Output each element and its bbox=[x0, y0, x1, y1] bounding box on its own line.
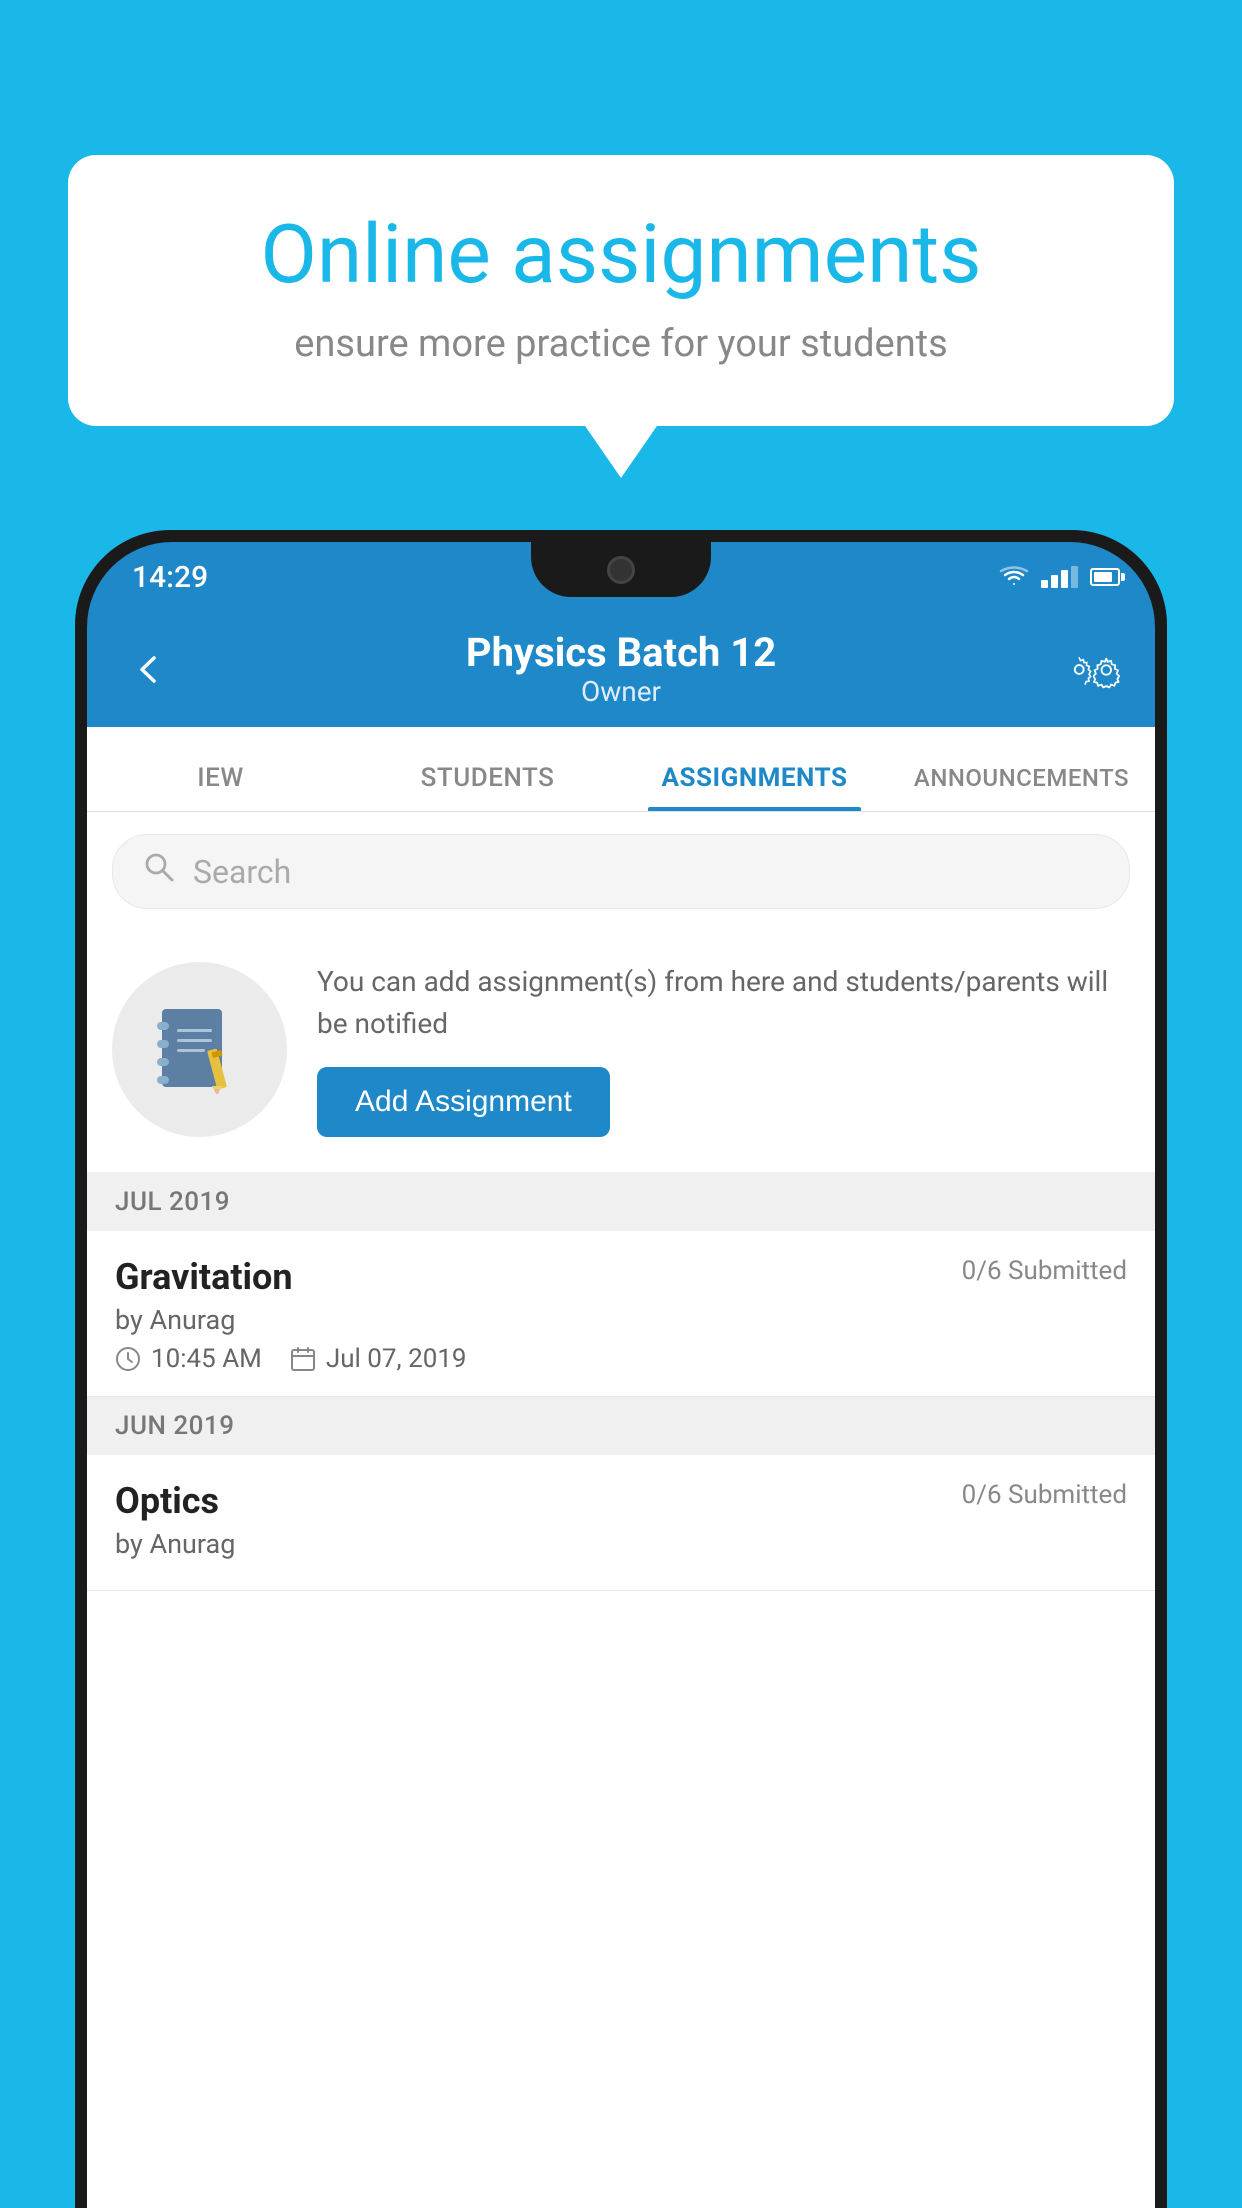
assignment-submitted: 0/6 Submitted bbox=[962, 1256, 1127, 1286]
calendar-icon bbox=[290, 1346, 316, 1372]
content-area: Search bbox=[87, 812, 1155, 2208]
status-icons bbox=[999, 566, 1120, 588]
bubble-title: Online assignments bbox=[133, 210, 1109, 300]
battery-icon bbox=[1090, 568, 1120, 586]
bubble-subtitle: ensure more practice for your students bbox=[133, 322, 1109, 366]
promo-block: You can add assignment(s) from here and … bbox=[87, 931, 1155, 1173]
app-bar: Physics Batch 12 Owner bbox=[87, 612, 1155, 727]
tab-announcements[interactable]: ANNOUNCEMENTS bbox=[888, 763, 1155, 811]
camera bbox=[607, 556, 635, 584]
assignment-by-optics: by Anurag bbox=[115, 1528, 1127, 1560]
tab-bar: IEW STUDENTS ASSIGNMENTS ANNOUNCEMENTS bbox=[87, 727, 1155, 812]
assignment-name: Gravitation bbox=[115, 1256, 293, 1298]
section-header-jun: JUN 2019 bbox=[87, 1397, 1155, 1455]
section-header-jul: JUL 2019 bbox=[87, 1173, 1155, 1231]
gear-icon bbox=[1093, 649, 1120, 691]
assignment-item-optics[interactable]: Optics 0/6 Submitted by Anurag bbox=[87, 1455, 1155, 1591]
clock-icon bbox=[115, 1346, 141, 1372]
app-bar-subtitle: Owner bbox=[177, 675, 1065, 708]
app-bar-title: Physics Batch 12 bbox=[177, 631, 1065, 675]
speech-bubble: Online assignments ensure more practice … bbox=[68, 155, 1174, 426]
assignment-time: 10:45 AM bbox=[115, 1344, 262, 1374]
assignment-meta: 10:45 AM Jul 07, 2019 bbox=[115, 1344, 1127, 1374]
search-placeholder: Search bbox=[193, 853, 291, 891]
assignment-item-gravitation[interactable]: Gravitation 0/6 Submitted by Anurag 10:4… bbox=[87, 1231, 1155, 1397]
search-icon bbox=[143, 851, 175, 892]
app-bar-center: Physics Batch 12 Owner bbox=[177, 631, 1065, 708]
tab-assignments[interactable]: ASSIGNMENTS bbox=[621, 763, 888, 811]
wifi-icon bbox=[999, 566, 1029, 588]
notebook-icon bbox=[157, 1004, 242, 1094]
promo-text-block: You can add assignment(s) from here and … bbox=[317, 961, 1130, 1137]
back-button[interactable] bbox=[122, 642, 177, 697]
phone-frame: 14:29 bbox=[75, 530, 1167, 2208]
assignment-date: Jul 07, 2019 bbox=[290, 1344, 467, 1374]
assignment-by: by Anurag bbox=[115, 1304, 1127, 1336]
notch bbox=[531, 542, 711, 597]
add-assignment-button[interactable]: Add Assignment bbox=[317, 1067, 610, 1137]
signal-icon bbox=[1041, 566, 1078, 588]
promo-icon-circle bbox=[112, 962, 287, 1137]
promo-description: You can add assignment(s) from here and … bbox=[317, 961, 1130, 1045]
search-bar[interactable]: Search bbox=[112, 834, 1130, 909]
tab-iew[interactable]: IEW bbox=[87, 763, 354, 811]
settings-button[interactable] bbox=[1065, 642, 1120, 697]
assignment-submitted-optics: 0/6 Submitted bbox=[962, 1480, 1127, 1510]
assignment-name-optics: Optics bbox=[115, 1480, 219, 1522]
status-time: 14:29 bbox=[132, 560, 208, 595]
tab-students[interactable]: STUDENTS bbox=[354, 763, 621, 811]
